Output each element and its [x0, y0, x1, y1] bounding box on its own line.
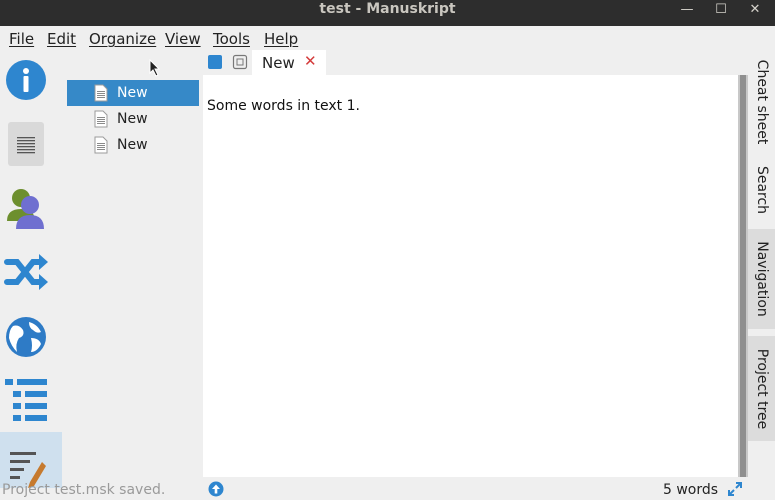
left-toolbar [0, 52, 62, 488]
fullscreen-icon[interactable] [232, 54, 248, 70]
menu-help[interactable]: Help [264, 30, 298, 48]
right-dock-tabs: Cheat sheet Search Navigation Project tr… [748, 52, 775, 488]
tree-item[interactable]: New [67, 132, 199, 158]
menu-organize[interactable]: Organize [89, 30, 156, 48]
tab-project-tree-label: Project tree [753, 348, 770, 429]
maximize-button[interactable]: ☐ [706, 0, 736, 19]
summary-icon[interactable] [3, 122, 49, 168]
info-icon[interactable] [3, 57, 49, 103]
split-view-icon[interactable] [208, 55, 222, 69]
vertical-scrollbar[interactable] [738, 75, 748, 477]
plots-icon[interactable] [3, 249, 49, 295]
tab-cheat-sheet[interactable]: Cheat sheet [748, 52, 775, 152]
scrollbar-thumb[interactable] [740, 75, 746, 477]
tree-item-label: New [117, 137, 148, 153]
text-document-icon [94, 110, 108, 128]
text-document-icon [94, 136, 108, 154]
word-count: 5 words [663, 482, 719, 498]
close-window-button[interactable]: ✕ [740, 0, 770, 19]
tree-item[interactable]: New [67, 80, 199, 106]
title-bar: test - Manuskript — ☐ ✕ [0, 0, 775, 26]
mouse-cursor-icon [149, 59, 161, 77]
outline-icon[interactable] [3, 377, 49, 423]
minimize-button[interactable]: — [672, 0, 702, 19]
editor-tab-bar: New ✕ [203, 50, 748, 75]
menu-bar: File Edit Organize View Tools Help [0, 26, 775, 50]
tab-navigation-label: Navigation [753, 241, 770, 317]
expand-icon[interactable] [727, 481, 743, 497]
tree-item-label: New [117, 85, 148, 101]
menu-file[interactable]: File [9, 30, 34, 48]
tab-project-tree[interactable]: Project tree [748, 336, 775, 441]
project-tree-panel: New New New [66, 78, 200, 488]
close-tab-icon[interactable]: ✕ [304, 52, 317, 70]
status-bar: Project test.msk saved. 5 words [0, 478, 775, 500]
world-icon[interactable] [3, 314, 49, 360]
menu-edit[interactable]: Edit [47, 30, 76, 48]
progress-up-icon[interactable] [208, 481, 224, 497]
status-message: Project test.msk saved. [2, 482, 166, 498]
tab-label: New [262, 54, 295, 72]
tab-search[interactable]: Search [748, 157, 775, 222]
tab-navigation[interactable]: Navigation [748, 229, 775, 329]
characters-icon[interactable] [3, 185, 49, 231]
tab-search-label: Search [753, 165, 770, 214]
tab-cheat-sheet-label: Cheat sheet [753, 59, 770, 145]
text-editor[interactable]: Some words in text 1. [203, 75, 738, 477]
text-document-icon [94, 84, 108, 102]
tree-item[interactable]: New [67, 106, 199, 132]
editor-content[interactable]: Some words in text 1. [207, 98, 360, 114]
tree-item-label: New [117, 111, 148, 127]
menu-view[interactable]: View [165, 30, 201, 48]
menu-tools[interactable]: Tools [213, 30, 250, 48]
tab-new[interactable]: New ✕ [252, 50, 326, 75]
window-title: test - Manuskript [319, 1, 456, 17]
